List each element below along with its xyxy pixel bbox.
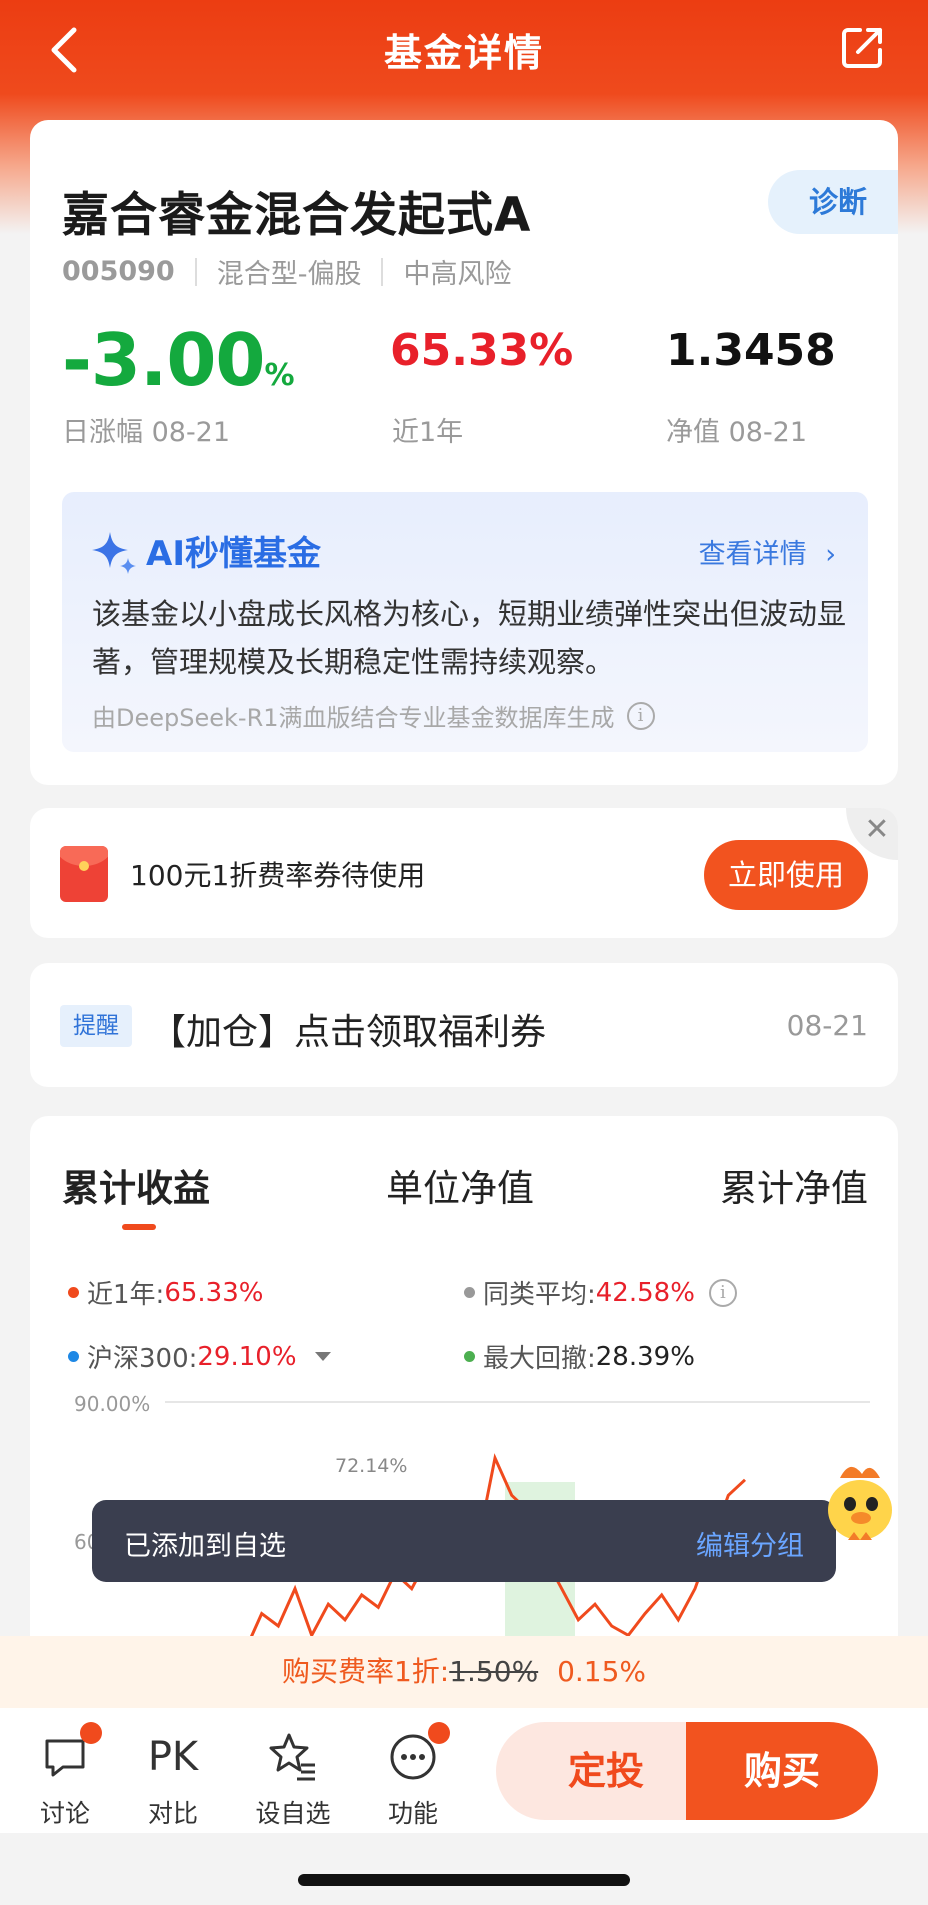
reminder-tag: 提醒 xyxy=(60,1005,132,1047)
use-now-button[interactable]: 立即使用 xyxy=(704,840,868,910)
ai-view-details-link[interactable]: 查看详情 › xyxy=(699,532,836,571)
reminder-date: 08-21 xyxy=(786,1009,868,1042)
nav-functions[interactable]: 功能 xyxy=(368,1722,458,1830)
performance-chart-card: 累计收益 单位净值 累计净值 近1年: 65.33% 同类平均: 42.58% … xyxy=(30,1116,898,1676)
edit-group-link[interactable]: 编辑分组 xyxy=(696,1524,804,1563)
coupon-text: 100元1折费率券待使用 xyxy=(130,859,426,892)
legend-dot xyxy=(68,1351,79,1362)
legend-dot xyxy=(464,1351,475,1362)
fee-bar: 购买费率1折:1.50% 0.15% xyxy=(0,1636,928,1708)
home-indicator[interactable] xyxy=(298,1874,630,1886)
ai-summary-text: 该基金以小盘成长风格为核心，短期业绩弹性突出但波动显著，管理规模及长期稳定性需持… xyxy=(92,597,847,679)
year-return-label: 近1年 xyxy=(392,417,464,448)
nav-label: 设自选 xyxy=(255,1799,331,1828)
fee-new: 0.15% xyxy=(557,1655,647,1688)
year-return: 65.33% xyxy=(390,325,573,376)
tab-cumulative-return[interactable]: 累计收益 xyxy=(62,1158,210,1212)
more-icon xyxy=(368,1722,458,1786)
fund-risk: 中高风险 xyxy=(403,259,512,290)
caret-down-icon[interactable] xyxy=(314,1352,331,1361)
nav-value: 1.3458 xyxy=(666,325,836,376)
fund-name: 嘉合睿金混合发起式A xyxy=(62,188,532,243)
legend-label: 沪深300: xyxy=(87,1344,198,1374)
daily-change-label: 日涨幅 08-21 xyxy=(62,417,231,448)
ai-view-details-label: 查看详情 xyxy=(698,539,807,570)
divider xyxy=(381,257,384,286)
legend-csi300[interactable]: 沪深300: 29.10% xyxy=(68,1338,331,1375)
bottom-action-bar: 讨论 PK 对比 设自选 功能 定投 购买 xyxy=(0,1708,928,1833)
toast-text: 已添加到自选 xyxy=(124,1531,286,1562)
legend-year: 近1年: 65.33% xyxy=(68,1274,263,1311)
daily-change-value: -3.00 xyxy=(62,318,266,402)
legend-value: 28.39% xyxy=(595,1341,695,1372)
legend-value: 29.10% xyxy=(197,1341,297,1372)
red-envelope-icon xyxy=(60,846,108,902)
ai-footer-text: 由DeepSeek-R1满血版结合专业基金数据库生成 xyxy=(92,704,615,732)
fund-code: 005090 xyxy=(62,256,175,287)
nav-add-watchlist[interactable]: 设自选 xyxy=(248,1728,338,1830)
nav-label: 净值 08-21 xyxy=(666,417,808,448)
nav: 1.3458 xyxy=(666,325,836,376)
auto-invest-button[interactable]: 定投 xyxy=(496,1722,696,1820)
ai-title: AI秒懂基金 xyxy=(146,534,321,574)
legend-label: 最大回撤: xyxy=(483,1344,596,1374)
pk-text: PK xyxy=(147,1734,199,1780)
ai-summary-box[interactable]: AI秒懂基金 查看详情 › 该基金以小盘成长风格为核心，短期业绩弹性突出但波动显… xyxy=(62,492,868,752)
pk-icon: PK xyxy=(128,1728,218,1786)
fund-summary-card: 嘉合睿金混合发起式A 诊断 005090 混合型-偏股 中高风险 -3.00% … xyxy=(30,120,898,785)
fund-meta: 005090 混合型-偏股 中高风险 xyxy=(62,252,511,291)
fund-type: 混合型-偏股 xyxy=(216,259,362,290)
fee-prefix: 购买费率1折: xyxy=(281,1655,450,1688)
nav-label: 功能 xyxy=(387,1799,438,1828)
chat-icon xyxy=(20,1722,110,1786)
legend-dot xyxy=(464,1287,475,1298)
ai-footer: 由DeepSeek-R1满血版结合专业基金数据库生成 i xyxy=(92,698,655,733)
nav-compare[interactable]: PK 对比 xyxy=(128,1728,218,1830)
legend-peer-average: 同类平均: 42.58% i xyxy=(464,1274,737,1311)
buy-button[interactable]: 购买 xyxy=(686,1722,878,1820)
share-icon[interactable] xyxy=(840,24,886,70)
tab-accumulated-nav[interactable]: 累计净值 xyxy=(720,1158,868,1212)
divider xyxy=(194,257,197,286)
legend-value: 65.33% xyxy=(164,1277,264,1308)
toast: 已添加到自选 编辑分组 xyxy=(92,1500,836,1582)
fee-old: 1.50% xyxy=(449,1655,539,1688)
tab-unit-nav[interactable]: 单位净值 xyxy=(386,1158,534,1212)
diagnose-button[interactable]: 诊断 xyxy=(768,170,898,234)
daily-change: -3.00% xyxy=(62,318,295,402)
top-bar: 基金详情 xyxy=(0,0,928,100)
peak-label: 72.14% xyxy=(335,1455,407,1477)
page-title: 基金详情 xyxy=(383,31,544,75)
home-area xyxy=(0,1833,928,1905)
year-return-value: 65.33% xyxy=(390,325,574,376)
reminder-text: 【加仓】点击领取福利券 xyxy=(150,1012,547,1053)
nav-label: 对比 xyxy=(147,1799,198,1828)
star-list-icon-graphic xyxy=(269,1733,315,1781)
legend-label: 近1年: xyxy=(87,1280,165,1310)
info-icon[interactable]: i xyxy=(626,701,655,730)
notification-badge xyxy=(80,1722,102,1744)
nav-label: 讨论 xyxy=(39,1799,90,1828)
notification-badge xyxy=(428,1722,450,1744)
reminder-card[interactable]: 提醒 【加仓】点击领取福利券 08-21 xyxy=(30,963,898,1087)
info-icon[interactable]: i xyxy=(708,1278,737,1307)
coupon-card: 100元1折费率券待使用 立即使用 ✕ xyxy=(30,808,898,938)
mascot-chick-icon[interactable] xyxy=(810,1452,906,1548)
star-list-icon xyxy=(248,1728,338,1786)
daily-change-unit: % xyxy=(264,358,295,393)
legend-label: 同类平均: xyxy=(483,1280,596,1310)
legend-max-drawdown: 最大回撤: 28.39% xyxy=(464,1338,695,1375)
nav-discuss[interactable]: 讨论 xyxy=(20,1722,110,1830)
active-tab-indicator xyxy=(122,1224,156,1230)
legend-value: 42.58% xyxy=(595,1277,695,1308)
chevron-right-icon: › xyxy=(825,539,836,570)
legend-dot xyxy=(68,1287,79,1298)
sparkle-icon xyxy=(92,532,136,574)
